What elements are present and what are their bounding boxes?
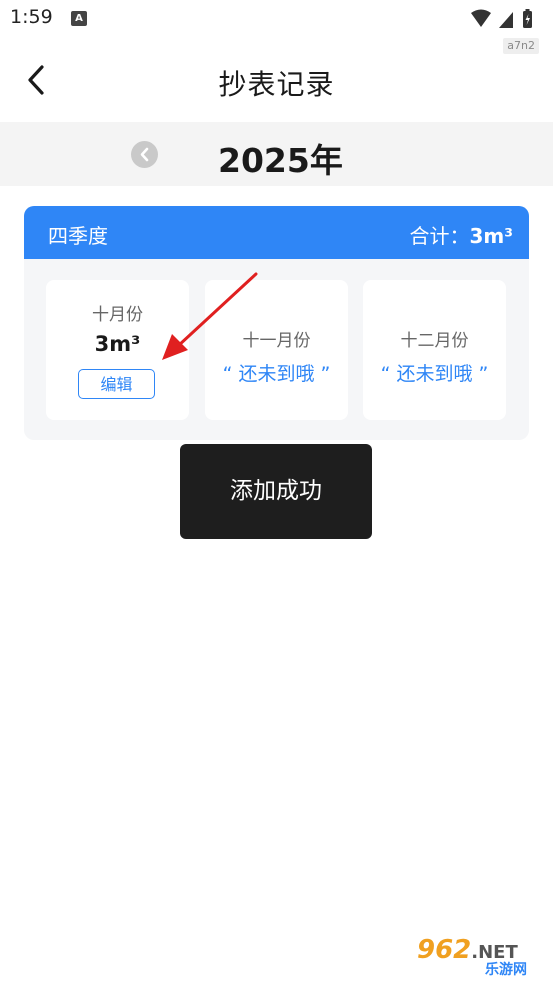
quarter-card: 四季度 合计：3m³ 十月份 3m³ 编辑 十一月份 “ 还未到哦 ” 十二月份… (24, 206, 529, 440)
month-card-december: 十二月份 “ 还未到哦 ” (363, 280, 506, 420)
toast-message: 添加成功 (180, 444, 372, 539)
quarter-name: 四季度 (48, 224, 108, 248)
battery-icon (523, 9, 532, 28)
status-time: 1:59 (10, 6, 53, 28)
edit-button[interactable]: 编辑 (78, 369, 155, 399)
annotation-arrow-icon (162, 272, 258, 360)
notification-icon: A (71, 11, 87, 26)
quarter-total: 合计：3m³ (409, 220, 513, 249)
quarter-total-label: 合计： (409, 224, 470, 248)
site-watermark: 962.NET 乐游网 (409, 935, 545, 978)
watermark-sub: 乐游网 (485, 962, 527, 978)
year-label: 2025年 (218, 141, 343, 180)
status-bar: 1:59 A a7n2 (0, 0, 553, 54)
year-selector: 2025年 (0, 122, 553, 186)
nav-bar: 抄表记录 (0, 50, 553, 112)
chevron-left-icon (140, 147, 149, 162)
wifi-icon (471, 9, 491, 27)
month-label: 十二月份 (400, 331, 469, 351)
cell-signal-icon (499, 12, 513, 28)
not-yet-status: “ 还未到哦 ” (380, 363, 489, 385)
status-icons (469, 8, 539, 28)
quarter-header: 四季度 合计：3m³ (24, 206, 529, 259)
previous-year-button[interactable] (131, 141, 158, 168)
page-title: 抄表记录 (218, 68, 335, 101)
quarter-total-value: 3m³ (469, 224, 513, 248)
